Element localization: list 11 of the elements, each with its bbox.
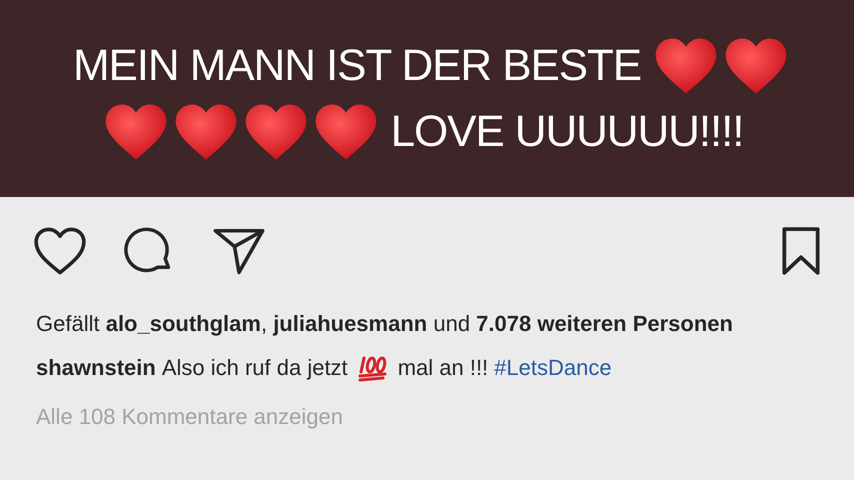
caption-text: Also ich ruf da jetzt <box>162 354 348 382</box>
hashtag-link[interactable]: #LetsDance <box>494 351 612 384</box>
caption-text: mal an !!! <box>398 354 488 382</box>
send-icon[interactable] <box>212 226 266 276</box>
like-icon[interactable] <box>32 226 88 276</box>
hundred-points-icon <box>358 354 388 382</box>
likes-text: Gefällt alo_southglam, juliahuesmann und 7.078 weiteren Personen <box>36 310 734 338</box>
bookmark-icon[interactable] <box>780 226 822 276</box>
story-text: MEIN MANN IST DER BESTE <box>72 44 642 88</box>
story-text: LOVE UUUUUU!!!! <box>390 110 744 154</box>
username-link[interactable]: shawnstein <box>36 351 156 384</box>
